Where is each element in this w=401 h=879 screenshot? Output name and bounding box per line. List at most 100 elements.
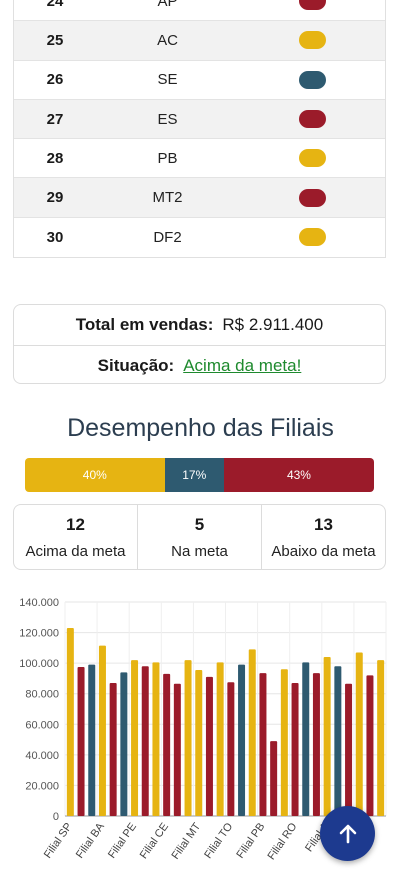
status-badge [298, 31, 326, 50]
rank-position: 28 [46, 149, 64, 167]
branch-state: PB [157, 149, 178, 167]
ranking-table: 24 AP 25 AC 26 SE 27 ES 28 PB 29 MT2 30 DF2 [13, 0, 386, 259]
table-row: 24 AP [14, 0, 385, 22]
x-tick-label: Filial BA [74, 820, 107, 860]
branch-state: AC [157, 31, 178, 49]
chart-bar [66, 627, 74, 816]
chart-bar [152, 662, 160, 816]
status-cell [239, 149, 385, 168]
x-tick-label: Filial RO [265, 820, 299, 862]
chart-bar [88, 664, 96, 816]
status-badge [298, 228, 326, 247]
chart-bar [345, 683, 353, 816]
rank-position: 26 [46, 71, 64, 89]
chart-bar [312, 673, 320, 816]
table-row: 25 AC [14, 21, 385, 61]
status-badge [298, 70, 326, 89]
table-row: 26 SE [14, 61, 385, 100]
rank-position: 29 [46, 189, 64, 207]
performance-segment: 17% [164, 458, 224, 492]
chart-bar [355, 652, 363, 816]
branch-state: ES [157, 110, 178, 128]
performance-segment: 43% [223, 458, 374, 492]
arrow-up-icon [339, 824, 356, 843]
performance-stacked-bar: 40% 17% 43% [25, 458, 374, 492]
y-tick-label: 120.000 [19, 628, 59, 640]
table-row: 30 DF2 [14, 218, 385, 257]
y-tick-label: 60.000 [25, 719, 59, 731]
y-tick-label: 40.000 [25, 750, 59, 762]
y-tick-label: 20.000 [25, 780, 59, 792]
chart-bar [366, 675, 374, 816]
x-tick-label: Filial MT [170, 821, 204, 862]
status-badge [298, 0, 326, 11]
page: 24 AP 25 AC 26 SE 27 ES 28 PB 29 MT2 30 DF2 Total em … [0, 0, 401, 879]
chart-bar [216, 662, 224, 816]
chart-bar [259, 673, 267, 816]
counter-value: 13 [314, 514, 333, 534]
chart-bar [163, 673, 171, 816]
chart-bar [77, 666, 85, 816]
total-sales-value: R$ 2.911.400 [222, 315, 324, 334]
total-sales-line: Total em vendas: R$ 2.911.400 [14, 305, 385, 345]
chart-bar [131, 660, 139, 816]
x-tick-label: Filial SP [42, 821, 75, 861]
chart-bar [141, 666, 149, 816]
y-tick-label: 0 [53, 811, 59, 823]
chart-bar [195, 670, 203, 816]
chart-bar [270, 741, 278, 816]
status-badge [298, 149, 326, 168]
status-cell [239, 31, 385, 50]
counter-value: 5 [194, 514, 205, 534]
chart-bar [238, 664, 246, 816]
scroll-top-button[interactable] [320, 806, 375, 861]
chart-bar [205, 676, 213, 816]
counter-value: 12 [66, 514, 85, 534]
chart-bar [377, 660, 385, 816]
rank-position: 27 [46, 110, 64, 128]
situation-line: Situação: Acima da meta! [14, 345, 385, 385]
y-tick-label: 140.000 [19, 597, 59, 609]
chart-bar [280, 669, 288, 816]
chart-bar [323, 657, 331, 816]
performance-counter: 13 Abaixo da meta [261, 505, 385, 569]
chart-bar [120, 672, 128, 816]
rank-position: 24 [46, 0, 64, 10]
status-cell [239, 228, 385, 247]
branch-state: AP [157, 0, 178, 10]
counter-label: Abaixo da meta [271, 542, 376, 560]
x-tick-label: Filial CE [138, 821, 171, 861]
rank-position: 25 [46, 31, 64, 49]
chart-bar [291, 683, 299, 816]
status-cell [239, 110, 385, 129]
status-cell [239, 70, 385, 89]
performance-counters: 12 Acima da meta 5 Na meta 13 Abaixo da meta [13, 504, 386, 570]
table-row: 29 MT2 [14, 178, 385, 218]
status-badge [298, 188, 326, 207]
y-tick-label: 100.000 [19, 658, 59, 670]
performance-counter: 12 Acima da meta [14, 505, 137, 569]
counter-label: Acima da meta [25, 542, 126, 560]
status-cell [239, 188, 385, 207]
table-row: 28 PB [14, 139, 385, 179]
chart-bar [184, 660, 192, 816]
chart-bar [98, 645, 106, 816]
branch-state: MT2 [152, 189, 183, 207]
chart-bar [109, 683, 117, 816]
x-tick-label: Filial PB [234, 821, 267, 861]
chart-bar [334, 666, 342, 816]
chart-bar [248, 649, 256, 816]
situation-link[interactable]: Acima da meta! [183, 356, 301, 376]
performance-counter: 5 Na meta [137, 505, 261, 569]
chart-bar [173, 683, 181, 816]
situation-label: Situação: [97, 355, 175, 375]
chart-bar [227, 682, 235, 816]
table-row: 27 ES [14, 99, 385, 140]
rank-position: 30 [46, 228, 64, 246]
counter-label: Na meta [171, 542, 228, 560]
status-badge [298, 110, 326, 129]
status-cell [239, 0, 385, 11]
x-tick-label: Filial TO [202, 820, 235, 860]
branch-state: DF2 [153, 228, 182, 246]
performance-title: Desempenho das Filiais [67, 414, 334, 442]
